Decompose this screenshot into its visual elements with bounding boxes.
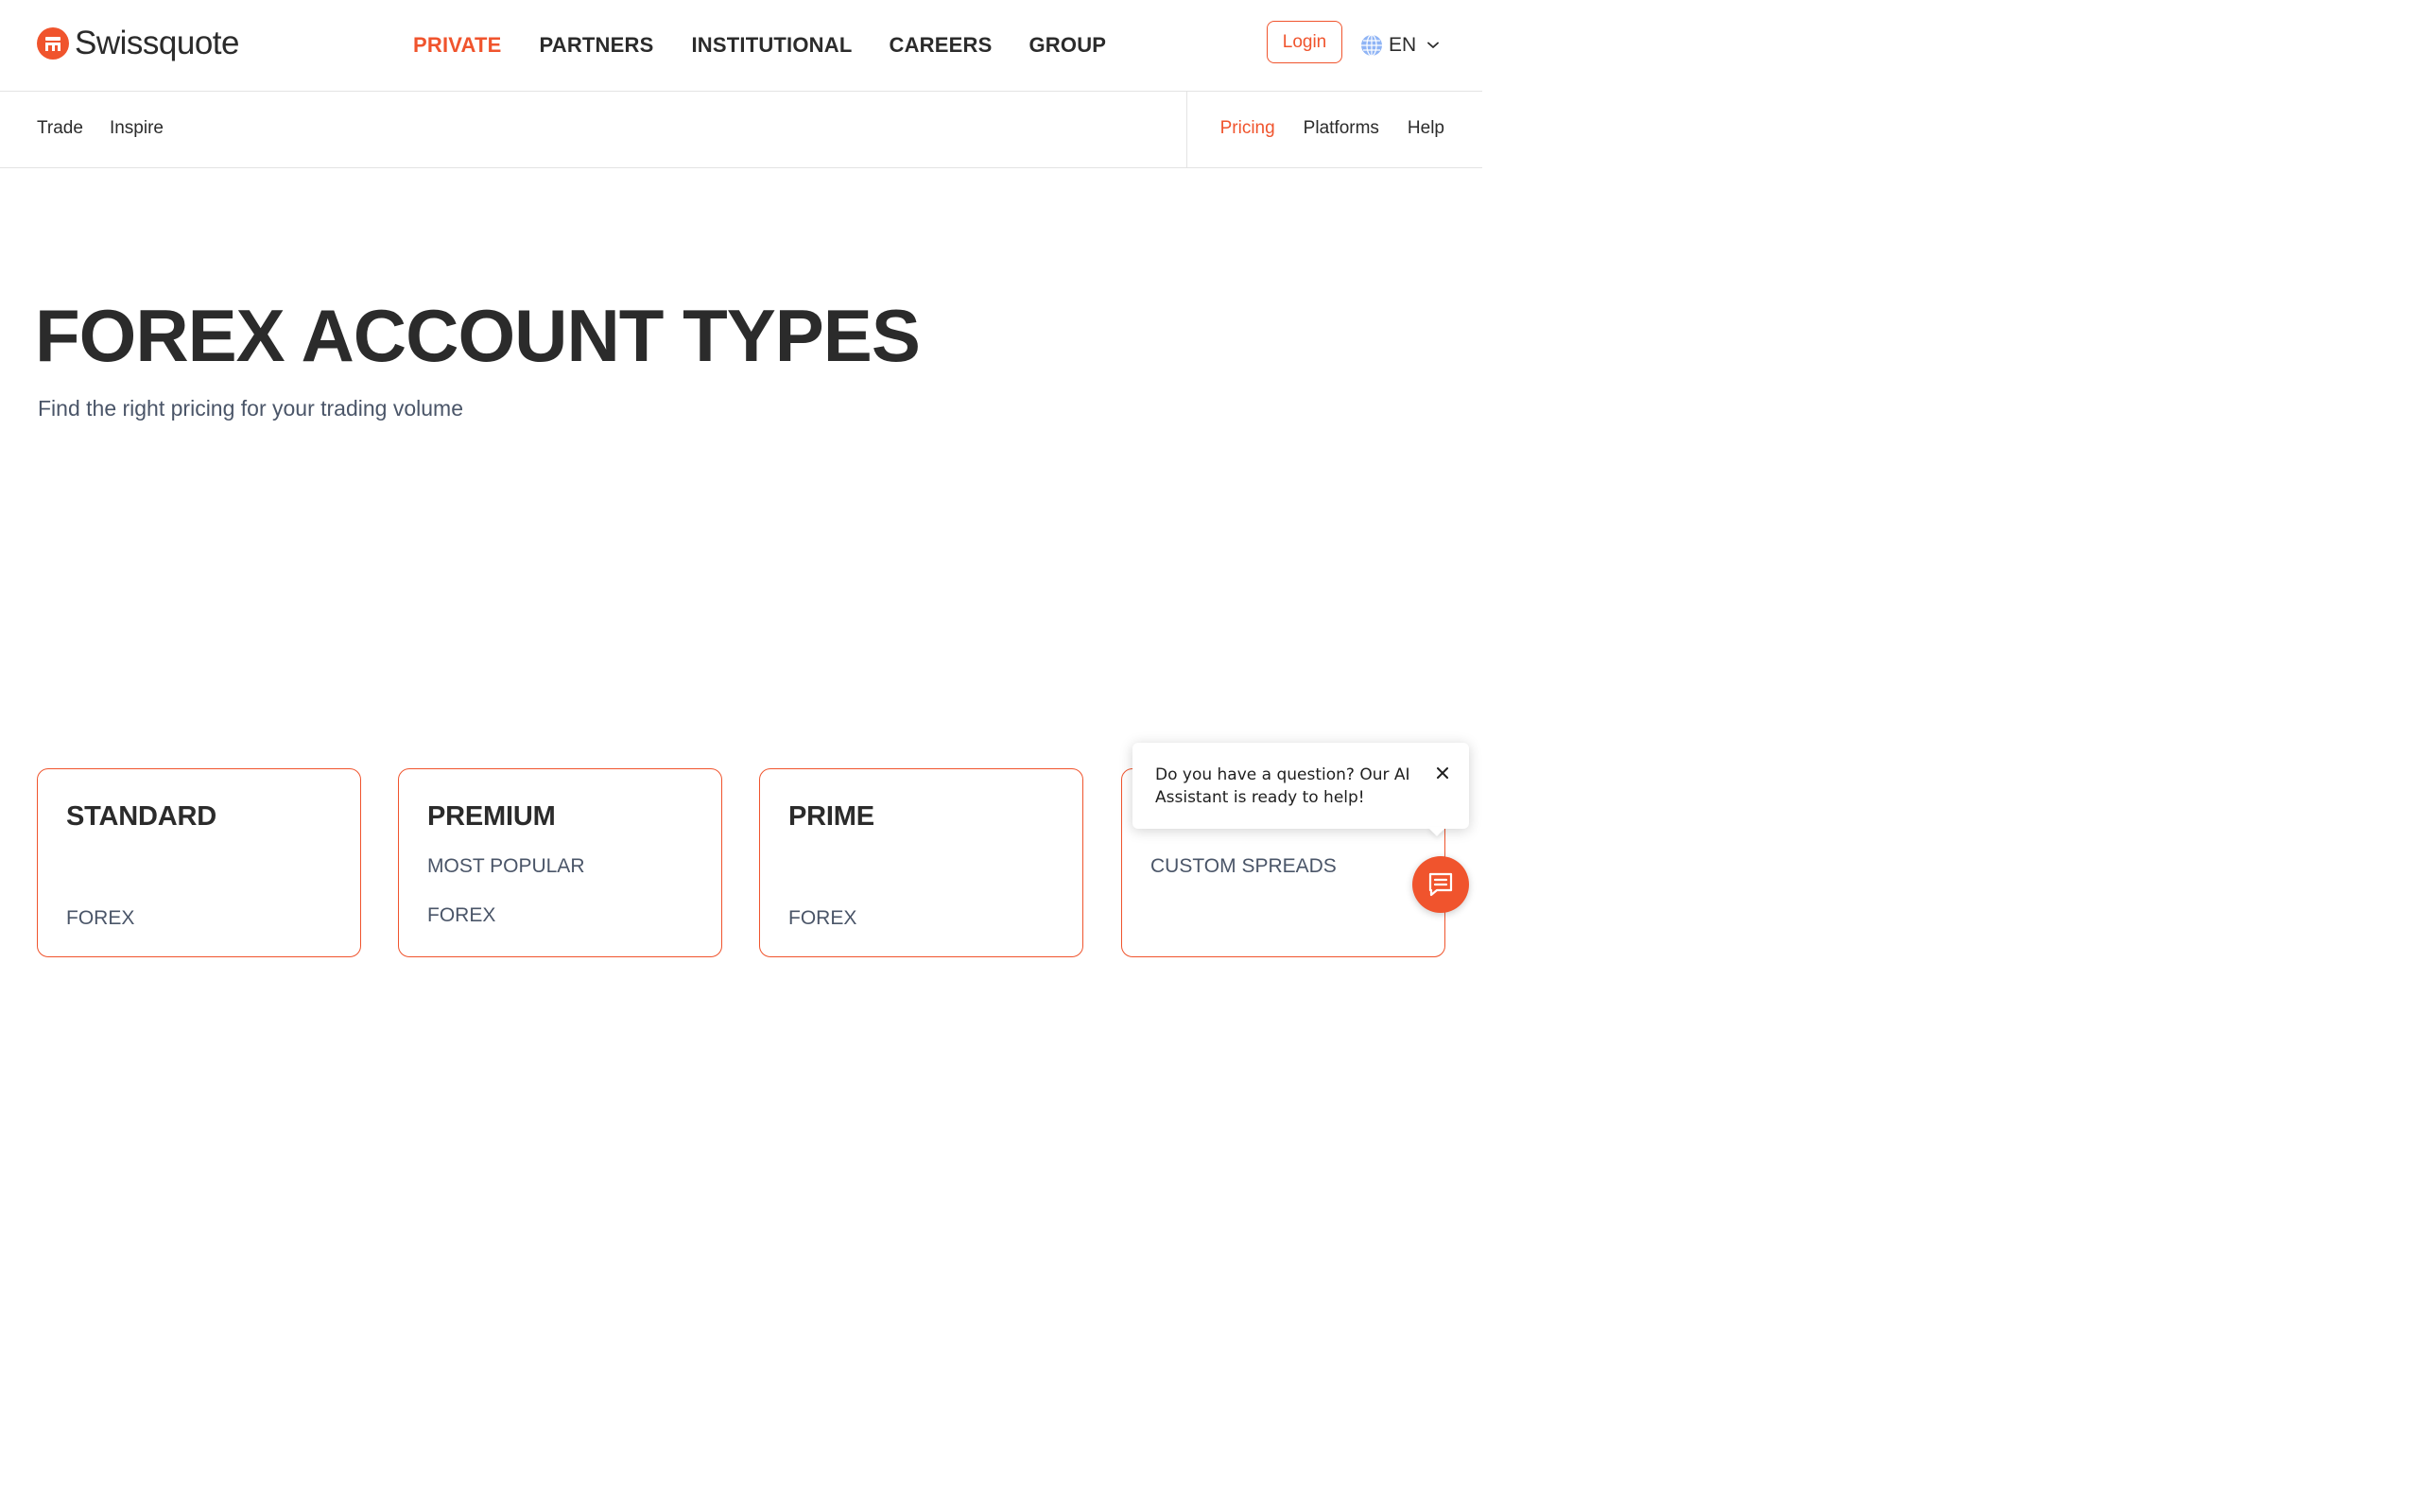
page-subtitle: Find the right pricing for your trading … [38, 396, 463, 421]
sub-nav-help[interactable]: Help [1408, 116, 1444, 141]
card-label: FOREX [66, 907, 135, 929]
card-tag: MOST POPULAR [427, 855, 585, 877]
card-label: FOREX [427, 904, 496, 926]
brand-name: Swissquote [75, 25, 239, 61]
chat-open-button[interactable] [1412, 856, 1469, 913]
swissquote-logo-icon [37, 26, 69, 60]
card-title: PREMIUM [427, 801, 556, 832]
card-title: STANDARD [66, 801, 216, 832]
chat-assistant-popup: Do you have a question? Our AI Assistant… [1132, 743, 1469, 836]
sub-nav-left: Trade Inspire [37, 116, 164, 141]
popup-tail [1427, 827, 1446, 836]
close-icon[interactable] [1435, 765, 1450, 781]
card-label: FOREX [788, 907, 857, 929]
card-tag: CUSTOM SPREADS [1150, 855, 1337, 877]
chat-message: Do you have a question? Our AI Assistant… [1155, 765, 1410, 807]
sub-nav-divider [1186, 92, 1187, 167]
nav-group[interactable]: GROUP [1028, 32, 1106, 59]
top-header: Swissquote PRIVATE PARTNERS INSTITUTIONA… [0, 0, 1482, 92]
nav-private[interactable]: PRIVATE [413, 32, 501, 59]
main-nav: PRIVATE PARTNERS INSTITUTIONAL CAREERS G… [413, 32, 1106, 59]
sub-nav-pricing[interactable]: Pricing [1220, 116, 1275, 141]
card-title: PRIME [788, 801, 874, 832]
chevron-down-icon [1427, 42, 1440, 48]
sub-nav-trade[interactable]: Trade [37, 116, 83, 141]
chat-icon [1428, 872, 1453, 897]
account-card-standard[interactable]: STANDARD FOREX [37, 768, 361, 957]
nav-institutional[interactable]: INSTITUTIONAL [691, 32, 852, 59]
sub-header: Trade Inspire Pricing Platforms Help [0, 92, 1482, 168]
language-selector[interactable]: EN [1360, 34, 1440, 57]
sub-nav-platforms[interactable]: Platforms [1304, 116, 1379, 141]
account-card-prime[interactable]: PRIME FOREX [759, 768, 1083, 957]
nav-careers[interactable]: CAREERS [890, 32, 993, 59]
sub-nav-right: Pricing Platforms Help [1220, 116, 1444, 141]
login-button[interactable]: Login [1267, 21, 1342, 63]
nav-partners[interactable]: PARTNERS [539, 32, 653, 59]
swissquote-logo[interactable]: Swissquote [37, 26, 239, 60]
globe-icon [1361, 34, 1382, 57]
page-title: FOREX ACCOUNT TYPES [35, 294, 921, 377]
language-code: EN [1389, 34, 1417, 56]
sub-nav-inspire[interactable]: Inspire [110, 116, 164, 141]
account-card-premium[interactable]: PREMIUM MOST POPULAR FOREX [398, 768, 722, 957]
